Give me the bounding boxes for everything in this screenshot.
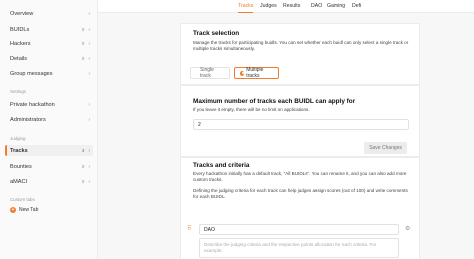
tab-defi[interactable]: Defi [352, 3, 361, 13]
radio-selected-icon [240, 70, 245, 76]
single-track-label: Single track [200, 67, 214, 79]
criteria-description-1: Every hackathon initially has a default … [193, 171, 407, 182]
custom-tabs-heading: Custom tabs [10, 197, 35, 202]
sidebar-item-label: Overview [10, 10, 34, 17]
tab-bar: Tracks Judges Results DAO Gaming Defi [98, 0, 474, 13]
track-selection-card: Track selection Manage the tracks for pa… [180, 23, 420, 85]
chevron-right-icon: › [88, 26, 90, 33]
tracks-criteria-card: Tracks and criteria Every hackathon init… [180, 157, 420, 259]
max-tracks-title: Maximum number of tracks each BUIDL can … [193, 98, 356, 105]
criteria-description-2: Defining the judging criteria for each t… [193, 188, 408, 199]
sidebar-item-amaci[interactable]: aMACI 0 › [5, 176, 93, 187]
chevron-right-icon: › [88, 70, 90, 77]
chevron-right-icon: › [88, 116, 90, 123]
chevron-right-icon: › [88, 147, 90, 154]
gear-icon[interactable]: ⚙ [405, 225, 410, 232]
chevron-right-icon: › [88, 55, 90, 62]
sidebar-item-buidls[interactable]: BUIDLs 0 › [5, 24, 93, 35]
chevron-right-icon: › [88, 40, 90, 47]
sidebar-item-administrators[interactable]: Administrators › [5, 114, 93, 125]
count-badge: 0 [81, 164, 85, 169]
count-badge: 0 [81, 56, 85, 61]
tab-tracks[interactable]: Tracks [238, 3, 254, 13]
sidebar-item-hackers[interactable]: Hackers 0 › [5, 38, 93, 49]
max-tracks-description: If you leave it empty, there will be no … [193, 107, 310, 112]
track-selection-description: Manage the tracks for participating buid… [193, 40, 409, 51]
tab-results[interactable]: Results [283, 3, 300, 13]
tab-dao[interactable]: DAO [311, 3, 322, 13]
count-badge: 3 [81, 148, 85, 153]
track-name-input[interactable]: DAO [199, 224, 399, 235]
track-selection-title: Track selection [193, 30, 240, 37]
max-tracks-card: Maximum number of tracks each BUIDL can … [180, 85, 420, 157]
track-criteria-textarea[interactable]: Describe the judging criteria and the re… [199, 238, 399, 258]
sidebar-item-tracks[interactable]: Tracks 3 › [5, 145, 93, 156]
sidebar-item-label: BUIDLs [10, 26, 30, 33]
settings-heading: Settings [10, 89, 26, 94]
sidebar-item-label: Bounties [10, 163, 32, 170]
sidebar-item-details[interactable]: Details 0 › [5, 53, 93, 64]
sidebar-item-label: Details [10, 55, 28, 62]
tab-judges[interactable]: Judges [260, 3, 277, 13]
sidebar: Overview › BUIDLs 0 › Hackers 0 › Detail… [0, 0, 98, 259]
new-tab-button[interactable]: + New Tab [10, 207, 38, 213]
criteria-title: Tracks and criteria [193, 162, 250, 169]
save-changes-button[interactable]: Save Changes [364, 142, 407, 154]
chevron-right-icon: › [88, 10, 90, 17]
chevron-right-icon: › [88, 101, 90, 108]
sidebar-item-label: Group messages [10, 70, 53, 77]
sidebar-item-label: aMACI [10, 178, 28, 185]
drag-handle-icon[interactable]: ⠿ [187, 225, 191, 232]
sidebar-item-label: Tracks [10, 147, 28, 154]
count-badge: 0 [81, 179, 85, 184]
single-track-option[interactable]: Single track [190, 67, 230, 79]
new-tab-label: New Tab [19, 207, 39, 213]
multiple-tracks-label: Multiple tracks [246, 67, 264, 79]
sidebar-item-bounties[interactable]: Bounties 0 › [5, 161, 93, 172]
sidebar-item-group-messages[interactable]: Group messages › [5, 68, 93, 79]
sidebar-item-label: Private hackathon [10, 101, 55, 108]
sidebar-item-label: Hackers [10, 40, 31, 47]
main-content: Track selection Manage the tracks for pa… [98, 13, 474, 259]
tab-gaming[interactable]: Gaming [327, 3, 345, 13]
sidebar-item-label: Administrators [10, 116, 46, 123]
chevron-right-icon: › [88, 163, 90, 170]
count-badge: 0 [81, 41, 85, 46]
plus-icon: + [10, 207, 16, 213]
multiple-tracks-option[interactable]: Multiple tracks [234, 67, 279, 79]
count-badge: 0 [81, 27, 85, 32]
max-tracks-input[interactable]: 2 [193, 119, 409, 130]
sidebar-item-private-hackathon[interactable]: Private hackathon › [5, 99, 93, 110]
judging-heading: Judging [10, 136, 26, 141]
chevron-right-icon: › [88, 178, 90, 185]
sidebar-item-overview[interactable]: Overview › [5, 8, 93, 19]
